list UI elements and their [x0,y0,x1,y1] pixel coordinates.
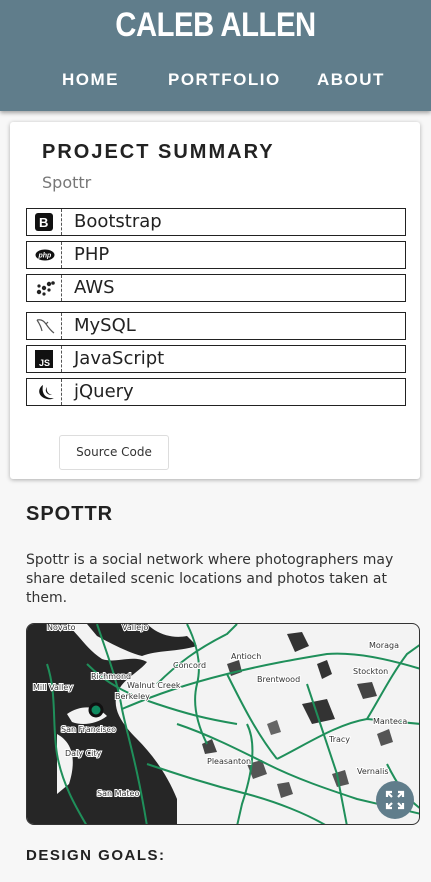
site-title[interactable]: CALEB ALLEN [30,6,401,45]
svg-text:JS: JS [39,358,50,368]
source-code-button[interactable]: Source Code [59,435,169,470]
tech-label: MySQL [74,315,136,336]
javascript-icon: JS [27,346,62,372]
summary-title: PROJECT SUMMARY [42,141,275,163]
tech-item-jquery: jQuery [26,378,406,406]
nav-portfolio[interactable]: PORTFOLIO [168,70,281,90]
svg-text:Mill Valley: Mill Valley [33,683,73,692]
svg-text:Concord: Concord [173,661,206,670]
site-header: CALEB ALLEN HOME PORTFOLIO ABOUT [0,0,431,111]
project-summary-card: PROJECT SUMMARY Spottr B Bootstrap php P… [10,122,420,479]
svg-text:Daly City: Daly City [65,749,102,758]
tech-label: AWS [74,277,115,298]
svg-text:Walnut Creek: Walnut Creek [127,681,181,690]
svg-text:Tracy: Tracy [328,735,350,744]
aws-icon [27,275,62,301]
svg-text:Manteca: Manteca [373,717,407,726]
tech-item-mysql: MySQL [26,312,406,340]
svg-text:San Francisco: San Francisco [61,725,116,734]
location-map[interactable]: Novato Vallejo Concord Antioch Moraga Richm… [26,623,420,825]
project-title: SPOTTR [26,503,114,525]
tech-label: Bootstrap [74,211,162,232]
tech-item-php: php PHP [26,241,406,269]
project-name: Spottr [42,173,92,192]
tech-item-aws: AWS [26,274,406,302]
expand-icon [385,790,405,810]
svg-text:Brentwood: Brentwood [257,675,300,684]
svg-text:Novato: Novato [47,624,76,632]
svg-text:Pleasanton: Pleasanton [207,757,251,766]
svg-text:Antioch: Antioch [231,652,261,661]
mysql-icon [27,313,62,339]
design-goals-heading: DESIGN GOALS: [26,847,166,864]
tech-label: PHP [74,244,110,265]
main-nav: HOME PORTFOLIO ABOUT [0,70,431,94]
svg-text:Richmond: Richmond [91,672,131,681]
map-canvas: Novato Vallejo Concord Antioch Moraga Richm… [27,624,419,824]
svg-text:B: B [39,215,48,230]
bootstrap-icon: B [27,209,62,235]
tech-item-bootstrap: B Bootstrap [26,208,406,236]
nav-about[interactable]: ABOUT [317,70,385,90]
tech-item-javascript: JS JavaScript [26,345,406,373]
project-description: Spottr is a social network where photogr… [26,552,394,606]
nav-home[interactable]: HOME [62,70,119,90]
svg-text:Vernalis: Vernalis [357,767,389,776]
jquery-icon [27,379,62,405]
map-marker[interactable] [88,702,104,718]
svg-text:php: php [38,253,53,260]
svg-text:Berkeley: Berkeley [115,692,150,701]
svg-text:Stockton: Stockton [353,667,388,676]
php-icon: php [27,242,62,268]
svg-text:Moraga: Moraga [369,641,399,650]
tech-label: JavaScript [74,348,165,369]
tech-label: jQuery [74,381,134,402]
svg-text:Vallejo: Vallejo [122,624,148,632]
fullscreen-button[interactable] [376,781,414,819]
svg-text:San Mateo: San Mateo [97,789,139,798]
